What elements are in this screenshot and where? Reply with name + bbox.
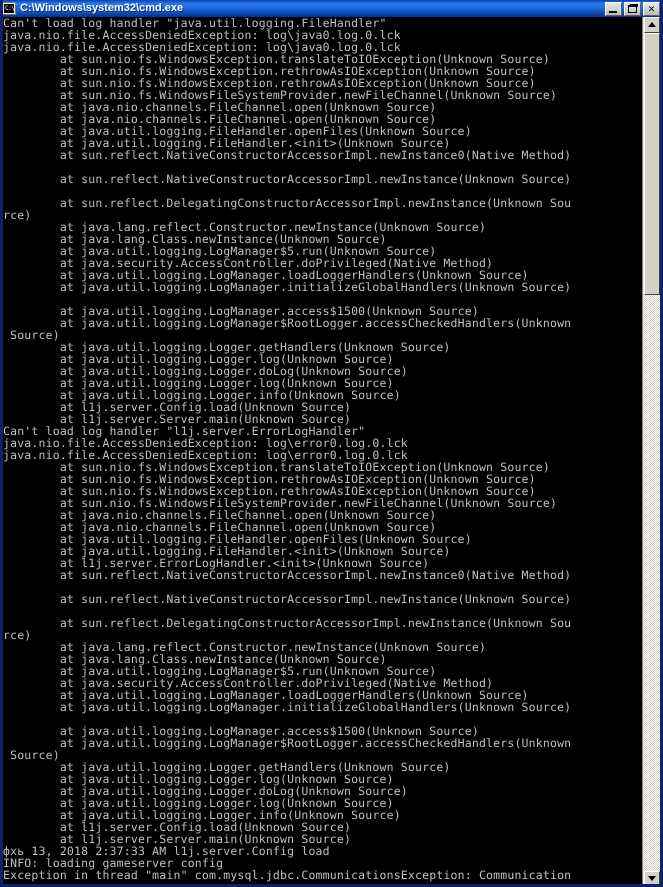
scroll-up-arrow[interactable] xyxy=(644,17,660,33)
console-text: Can't load log handler "java.util.loggin… xyxy=(3,17,572,882)
vertical-scrollbar[interactable] xyxy=(642,17,660,884)
restore-icon-back xyxy=(630,3,638,7)
close-icon: ✕ xyxy=(647,3,656,14)
console-output-area[interactable]: Can't load log handler "java.util.loggin… xyxy=(3,17,648,884)
scrollbar-track[interactable] xyxy=(644,295,660,871)
window-title: C:\Windows\system32\cmd.exe xyxy=(20,2,184,14)
window-controls: ✕ xyxy=(605,1,660,16)
scrollbar-thumb[interactable] xyxy=(644,33,660,295)
minimize-icon xyxy=(609,10,617,13)
scroll-down-arrow[interactable] xyxy=(644,871,660,884)
cmd-icon: C:\. xyxy=(3,2,16,15)
chevron-up-icon xyxy=(648,22,656,27)
cmd-console-window: C:\. C:\Windows\system32\cmd.exe ✕ Can't… xyxy=(0,0,663,887)
restore-button[interactable] xyxy=(624,1,641,16)
window-titlebar[interactable]: C:\. C:\Windows\system32\cmd.exe ✕ xyxy=(3,0,660,17)
cmd-icon-glyph: C:\. xyxy=(4,4,14,13)
minimize-button[interactable] xyxy=(605,1,622,16)
close-button[interactable]: ✕ xyxy=(643,1,660,16)
chevron-down-icon xyxy=(648,876,656,881)
